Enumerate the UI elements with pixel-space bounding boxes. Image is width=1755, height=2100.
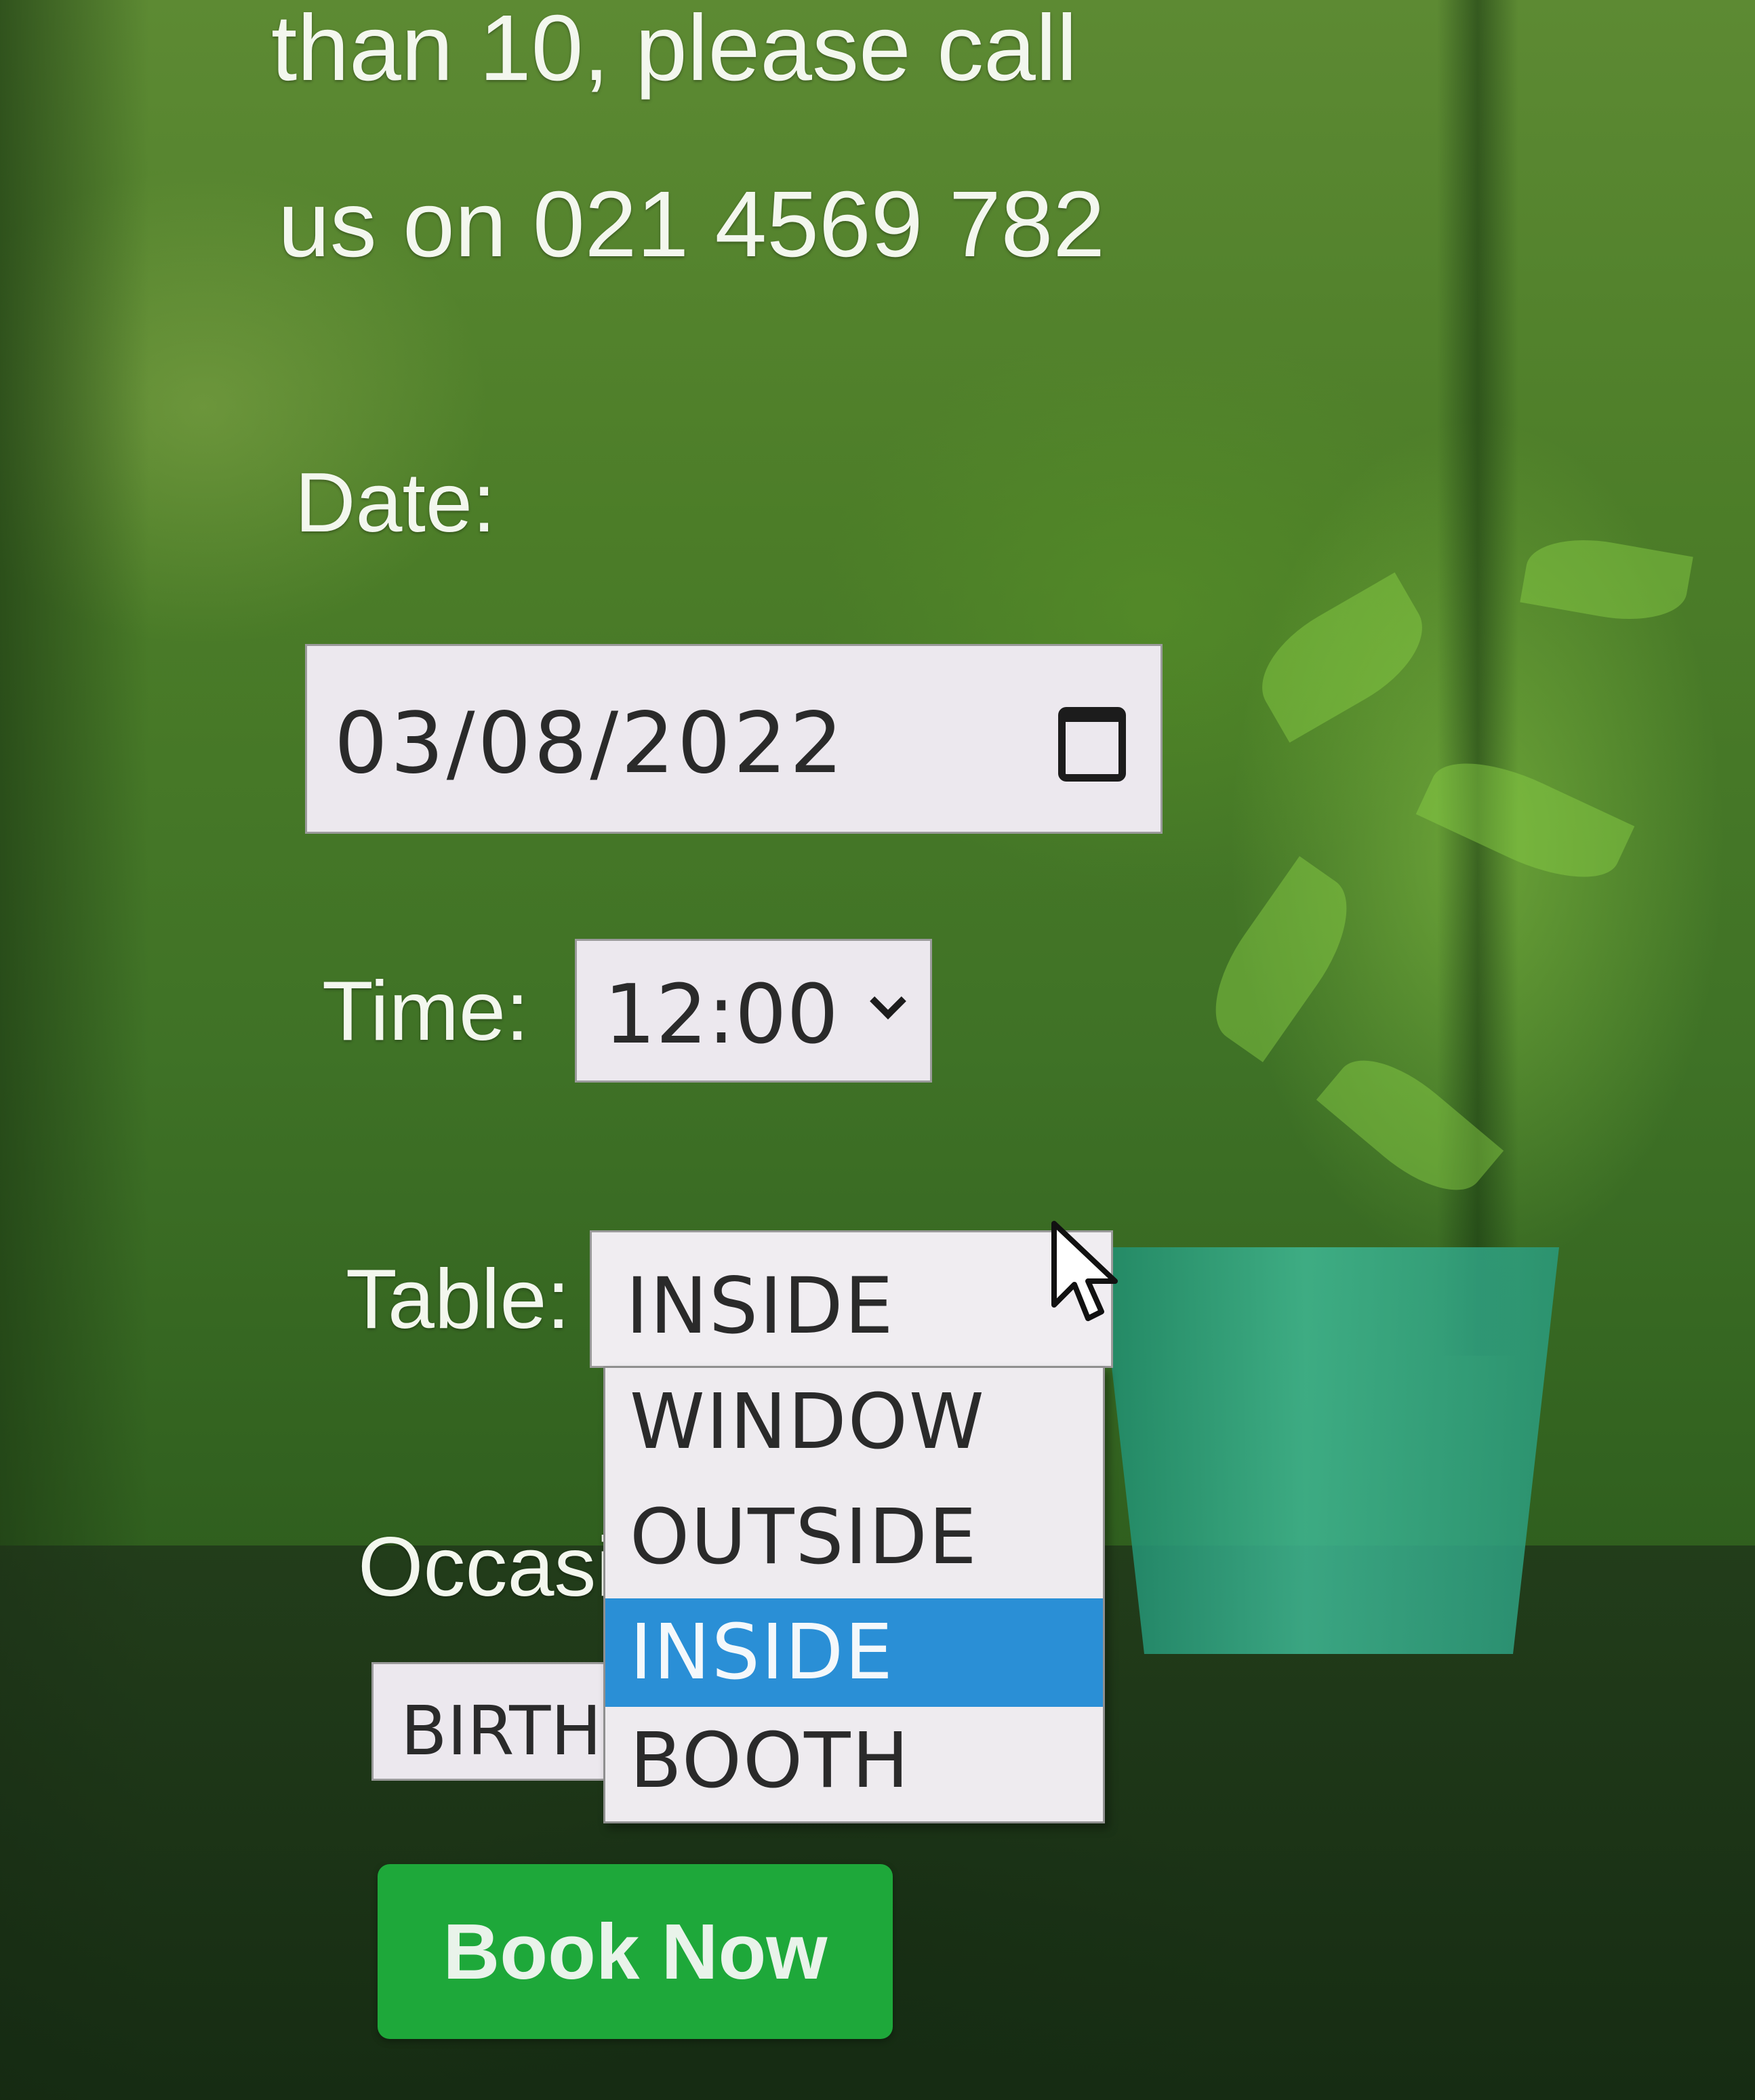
- intro-text-line-1: than 10, please call: [271, 0, 1078, 100]
- table-label: Table:: [346, 1253, 570, 1346]
- date-input[interactable]: 03/08/2022: [305, 644, 1163, 834]
- table-select[interactable]: INSIDE: [590, 1230, 1113, 1368]
- dropdown-option-window[interactable]: WINDOW: [605, 1368, 1103, 1476]
- background-leaf: [1190, 856, 1372, 1062]
- intro-text-line-2: us on 021 4569 782: [278, 172, 1106, 277]
- dropdown-option-outside[interactable]: OUTSIDE: [605, 1483, 1103, 1592]
- chevron-down-icon: [870, 983, 906, 1019]
- book-now-button[interactable]: Book Now: [378, 1864, 893, 2039]
- background-leaf: [1415, 740, 1635, 900]
- time-select[interactable]: 12:00: [575, 939, 932, 1083]
- background-leaf: [1242, 572, 1443, 743]
- table-dropdown-list: WINDOW OUTSIDE INSIDE BOOTH: [603, 1366, 1105, 1823]
- background-plant-pot: [1098, 1247, 1559, 1654]
- date-label: Date:: [295, 456, 496, 550]
- background-pillar: [1437, 0, 1518, 1356]
- mouse-pointer-icon: [1051, 1221, 1118, 1321]
- occasion-select[interactable]: BIRTH: [371, 1662, 609, 1781]
- background-leaf: [1316, 1037, 1504, 1213]
- table-value: INSIDE: [626, 1261, 895, 1351]
- time-value: 12:00: [604, 968, 839, 1062]
- dropdown-option-inside[interactable]: INSIDE: [605, 1598, 1103, 1707]
- occasion-value: BIRTH: [401, 1691, 602, 1771]
- background-leaf: [1520, 528, 1693, 631]
- calendar-icon[interactable]: [1058, 707, 1126, 782]
- date-value: 03/08/2022: [334, 695, 846, 792]
- background-shadow: [0, 0, 149, 2100]
- dropdown-option-booth[interactable]: BOOTH: [605, 1707, 1103, 1815]
- occasion-label: Occasi: [358, 1520, 615, 1614]
- time-label: Time:: [322, 965, 529, 1058]
